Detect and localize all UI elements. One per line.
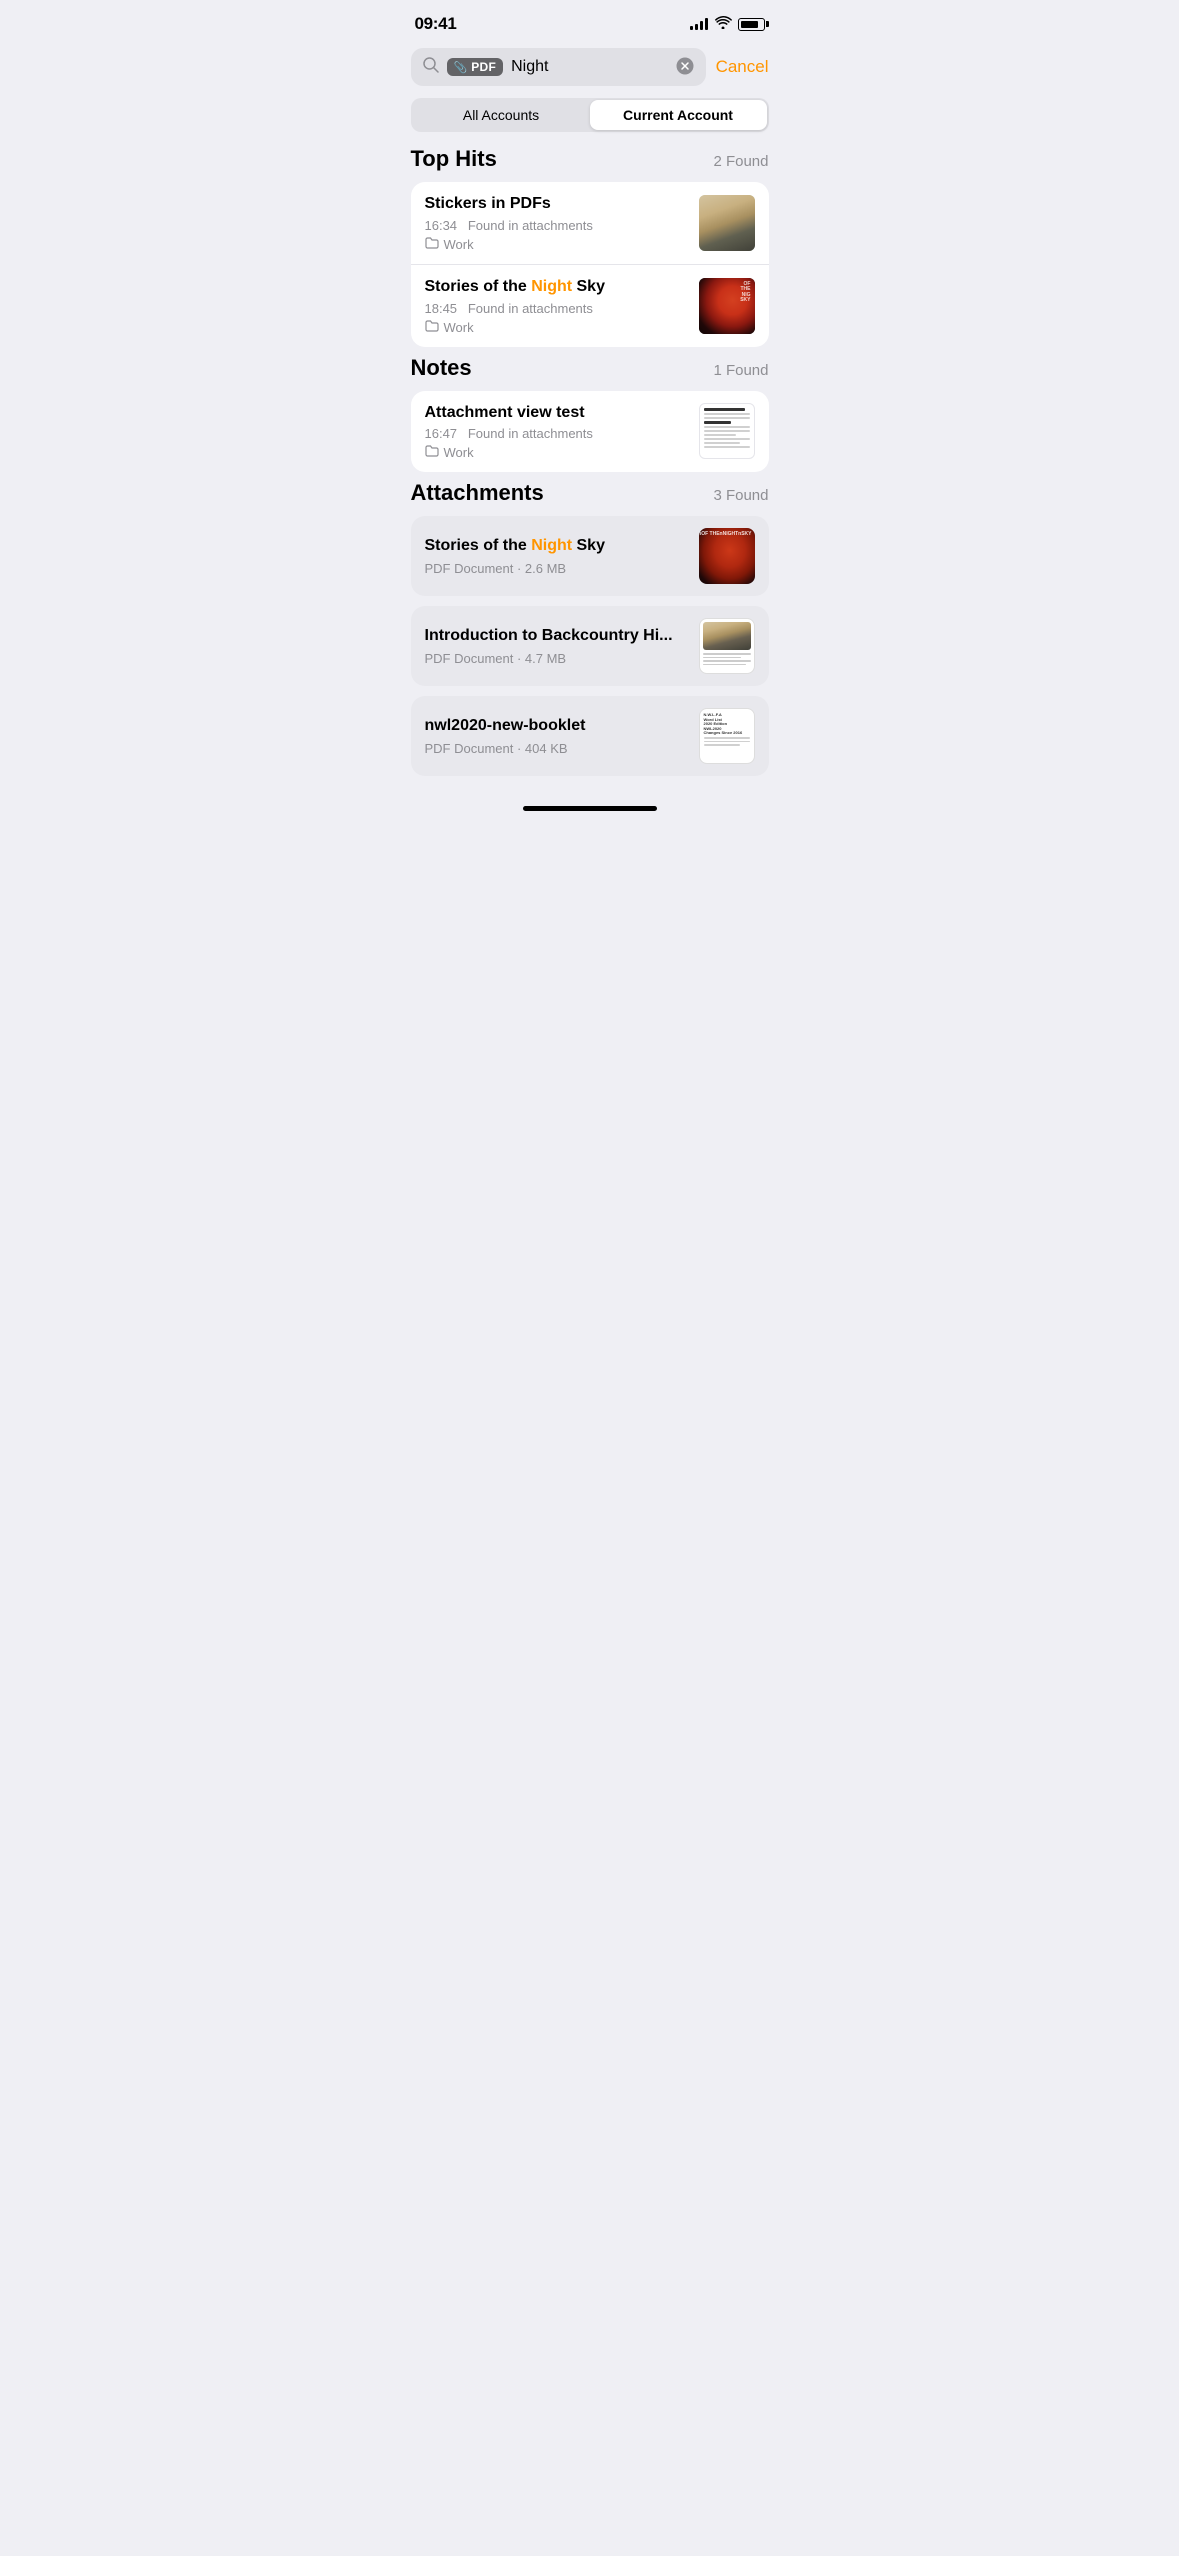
top-hits-item-meta: 18:45 Found in attachments [425, 301, 687, 316]
attachments-section: Attachments 3 Found Stories of the Night… [395, 480, 785, 776]
attachments-count: 3 Found [713, 487, 768, 504]
attachment-item-thumbnail [699, 528, 755, 584]
status-time: 09:41 [415, 14, 457, 34]
status-icons [690, 16, 765, 32]
search-query-text: Night [511, 58, 667, 76]
pdf-filter-badge[interactable]: 📎 PDF [447, 58, 504, 76]
notes-title: Notes [411, 355, 472, 381]
attachment-item-content: Introduction to Backcountry Hi... PDF Do… [425, 626, 687, 666]
notes-item-content: Attachment view test 16:47 Found in atta… [425, 403, 687, 461]
attachment-item-content: Stories of the Night Sky PDF Document · … [425, 536, 687, 576]
attachment-item-title: nwl2020-new-booklet [425, 716, 687, 737]
attachment-item-content: nwl2020-new-booklet PDF Document · 404 K… [425, 716, 687, 756]
top-hits-item-content: Stories of the Night Sky 18:45 Found in … [425, 277, 687, 335]
attachments-header: Attachments 3 Found [395, 480, 785, 516]
status-bar: 09:41 [395, 0, 785, 40]
notes-section: Notes 1 Found Attachment view test 16:47… [395, 355, 785, 473]
attachment-item-thumbnail [699, 618, 755, 674]
top-hits-item-thumbnail [699, 195, 755, 251]
top-hits-title: Top Hits [411, 146, 497, 172]
top-hits-section: Top Hits 2 Found Stickers in PDFs 16:34 … [395, 146, 785, 347]
home-indicator [395, 786, 785, 819]
top-hits-item-content: Stickers in PDFs 16:34 Found in attachme… [425, 194, 687, 252]
notes-item-thumbnail [699, 403, 755, 459]
notes-count: 1 Found [713, 362, 768, 379]
attachment-item-meta: PDF Document · 404 KB [425, 741, 687, 756]
attachment-item-meta: PDF Document · 2.6 MB [425, 561, 687, 576]
attachment-item[interactable]: nwl2020-new-booklet PDF Document · 404 K… [411, 696, 769, 776]
attachments-title: Attachments [411, 480, 544, 506]
attachment-item[interactable]: Stories of the Night Sky PDF Document · … [411, 516, 769, 596]
notes-item-folder: Work [425, 445, 687, 460]
folder-icon [425, 445, 439, 460]
top-hits-card: Stickers in PDFs 16:34 Found in attachme… [411, 182, 769, 347]
top-hits-item-title: Stories of the Night Sky [425, 277, 687, 298]
folder-icon [425, 320, 439, 335]
wifi-icon [714, 16, 732, 32]
clear-search-button[interactable] [676, 57, 694, 78]
top-hits-item[interactable]: Stories of the Night Sky 18:45 Found in … [411, 265, 769, 347]
signal-icon [690, 18, 708, 30]
attachment-item-title: Introduction to Backcountry Hi... [425, 626, 687, 647]
paperclip-icon: 📎 [454, 61, 468, 74]
top-hits-item-folder: Work [425, 320, 687, 335]
search-icon [423, 57, 439, 77]
home-bar [523, 806, 657, 811]
attachment-item-thumbnail: N.W.L.F.AWord List2020 EditionNWL2020Cha… [699, 708, 755, 764]
attachment-item-meta: PDF Document · 4.7 MB [425, 651, 687, 666]
notes-header: Notes 1 Found [395, 355, 785, 391]
notes-item-title: Attachment view test [425, 403, 687, 424]
all-accounts-tab[interactable]: All Accounts [413, 100, 590, 130]
notes-card: Attachment view test 16:47 Found in atta… [411, 391, 769, 473]
search-container: 📎 PDF Night Cancel [395, 40, 785, 96]
cancel-button[interactable]: Cancel [716, 57, 769, 77]
top-hits-item-folder: Work [425, 237, 687, 252]
pdf-badge-label: PDF [471, 60, 496, 74]
notes-item[interactable]: Attachment view test 16:47 Found in atta… [411, 391, 769, 473]
search-bar[interactable]: 📎 PDF Night [411, 48, 706, 86]
attachment-item[interactable]: Introduction to Backcountry Hi... PDF Do… [411, 606, 769, 686]
current-account-tab[interactable]: Current Account [590, 100, 767, 130]
battery-icon [738, 18, 765, 31]
attachment-item-title: Stories of the Night Sky [425, 536, 687, 557]
top-hits-item-title: Stickers in PDFs [425, 194, 687, 215]
folder-icon [425, 237, 439, 252]
top-hits-item[interactable]: Stickers in PDFs 16:34 Found in attachme… [411, 182, 769, 265]
notes-item-meta: 16:47 Found in attachments [425, 426, 687, 441]
top-hits-item-meta: 16:34 Found in attachments [425, 218, 687, 233]
top-hits-header: Top Hits 2 Found [395, 146, 785, 182]
top-hits-count: 2 Found [713, 153, 768, 170]
accounts-segmented-control: All Accounts Current Account [411, 98, 769, 132]
top-hits-item-thumbnail: OFTHENIGSKY [699, 278, 755, 334]
